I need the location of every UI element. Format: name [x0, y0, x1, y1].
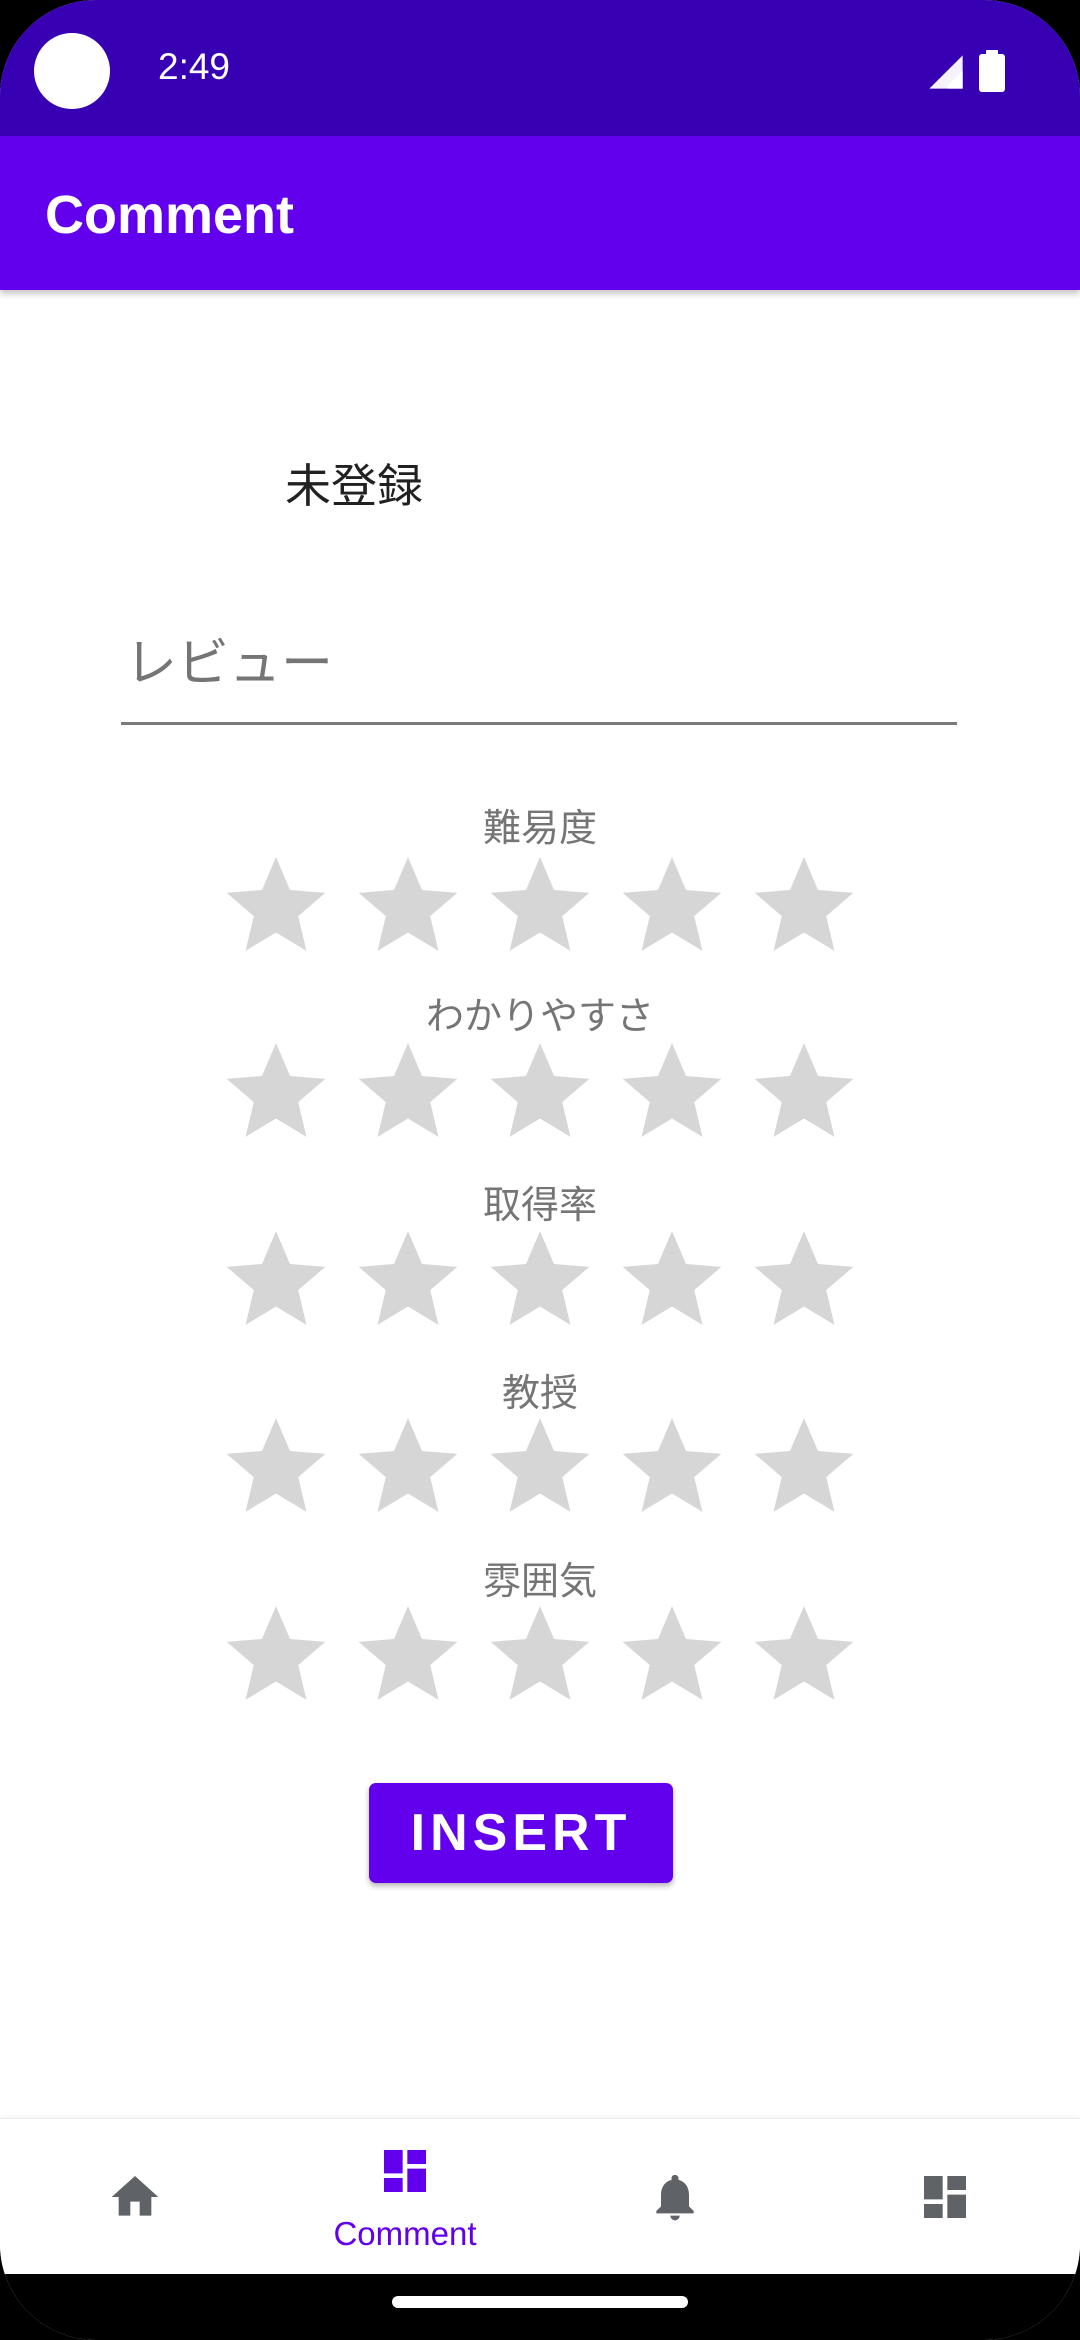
rating-bar-atmosphere[interactable] [218, 1597, 862, 1709]
star-icon[interactable] [482, 1409, 598, 1521]
star-icon[interactable] [614, 1409, 730, 1521]
star-icon[interactable] [482, 1222, 598, 1334]
rating-bar-credit-rate[interactable] [218, 1222, 862, 1334]
star-icon[interactable] [350, 1597, 466, 1709]
rating-bar-clarity[interactable] [218, 1034, 862, 1146]
star-icon[interactable] [482, 1597, 598, 1709]
nav-item-home[interactable] [0, 2119, 270, 2275]
star-icon[interactable] [746, 1222, 862, 1334]
dashboard-icon [924, 2176, 966, 2218]
review-input[interactable] [121, 615, 957, 725]
home-gesture-handle[interactable] [392, 2296, 688, 2308]
star-icon[interactable] [614, 848, 730, 960]
phone-screen: 2:49 Comment 未登録 難易度 わかりやすさ 取得率 教授 雰囲気 I… [0, 0, 1080, 2340]
insert-button[interactable]: INSERT [369, 1783, 673, 1883]
star-icon[interactable] [218, 1597, 334, 1709]
signal-icon [929, 55, 963, 89]
star-icon[interactable] [746, 1409, 862, 1521]
nav-item-comment[interactable]: Comment [270, 2119, 540, 2275]
gesture-navigation-area [0, 2274, 1080, 2340]
status-bar: 2:49 [0, 0, 1080, 136]
star-icon[interactable] [482, 1034, 598, 1146]
star-icon[interactable] [614, 1034, 730, 1146]
camera-cutout [34, 33, 110, 109]
star-icon[interactable] [350, 1222, 466, 1334]
rating-label-difficulty: 難易度 [482, 806, 597, 850]
bell-icon [656, 2174, 694, 2221]
rating-bar-professor[interactable] [218, 1409, 862, 1521]
star-icon[interactable] [350, 848, 466, 960]
app-bar: Comment [0, 136, 1080, 290]
star-icon[interactable] [614, 1597, 730, 1709]
star-icon[interactable] [746, 1597, 862, 1709]
star-icon[interactable] [218, 1222, 334, 1334]
rating-label-credit-rate: 取得率 [482, 1183, 597, 1227]
home-icon [111, 2176, 159, 2216]
rating-bar-difficulty[interactable] [218, 848, 862, 960]
star-icon[interactable] [482, 848, 598, 960]
battery-icon [979, 50, 1005, 92]
star-icon[interactable] [218, 1409, 334, 1521]
nav-label-comment: Comment [333, 2215, 477, 2252]
bottom-navigation: Comment [0, 2118, 1080, 2275]
star-icon[interactable] [218, 1034, 334, 1146]
rating-label-clarity: わかりやすさ [425, 994, 654, 1038]
star-icon[interactable] [746, 848, 862, 960]
star-icon[interactable] [350, 1409, 466, 1521]
status-time: 2:49 [158, 46, 231, 87]
nav-item-notifications[interactable] [540, 2119, 810, 2275]
star-icon[interactable] [614, 1222, 730, 1334]
page-title: Comment [45, 185, 295, 245]
star-icon[interactable] [746, 1034, 862, 1146]
star-icon[interactable] [350, 1034, 466, 1146]
user-name: 未登録 [285, 459, 423, 513]
nav-item-dashboard[interactable] [810, 2119, 1080, 2275]
dashboard-icon [384, 2150, 426, 2192]
star-icon[interactable] [218, 848, 334, 960]
